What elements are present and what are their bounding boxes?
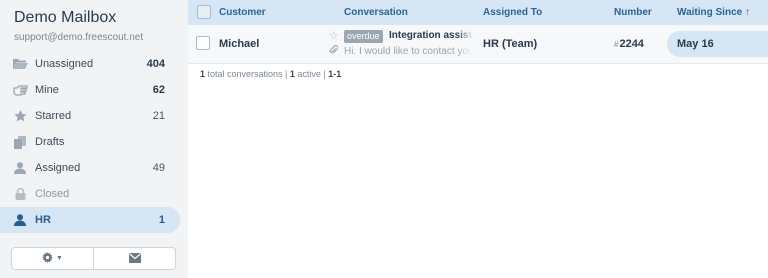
user-icon <box>12 213 28 227</box>
waiting-since-date: May 16 <box>677 38 714 50</box>
conversation-preview[interactable]: Hi. I would like to contact you <box>344 46 473 57</box>
select-all-checkbox[interactable] <box>197 5 211 19</box>
folder-label: Assigned <box>35 162 81 174</box>
assigned-to: HR (Team) <box>483 38 538 50</box>
table-header: Customer Conversation Assigned To Number… <box>188 0 768 25</box>
overdue-badge: overdue <box>344 30 383 43</box>
star-icon[interactable]: ☆ <box>329 29 339 42</box>
user-icon <box>12 161 28 175</box>
mailbox-name[interactable]: Demo Mailbox <box>14 9 116 27</box>
settings-button[interactable]: ▼ <box>12 248 93 269</box>
folder-label: Drafts <box>35 136 65 148</box>
folder-count: 62 <box>152 84 165 96</box>
folder-hr[interactable]: HR 1 <box>0 207 180 233</box>
column-conversation[interactable]: Conversation <box>344 7 408 18</box>
number-value: 2244 <box>619 38 644 50</box>
folder-count: 404 <box>146 58 165 70</box>
hand-pointing-icon <box>12 83 28 97</box>
folder-starred[interactable]: Starred 21 <box>0 103 180 129</box>
row-checkbox[interactable] <box>196 36 210 50</box>
folder-drafts[interactable]: Drafts <box>0 129 180 155</box>
folder-open-icon <box>12 57 28 71</box>
chevron-down-icon: ▼ <box>56 255 63 262</box>
mailbox-email: support@demo.freescout.net <box>14 32 144 43</box>
column-number[interactable]: Number <box>614 7 652 18</box>
sidebar-actions: ▼ <box>11 247 176 270</box>
folder-label: Unassigned <box>35 58 94 70</box>
drafts-icon <box>12 135 28 149</box>
folder-count: 21 <box>152 110 165 122</box>
list-footer: 1 total conversations | 1 active | 1-1 <box>200 69 341 79</box>
page-range: 1-1 <box>328 69 342 79</box>
compose-button[interactable] <box>93 248 175 269</box>
lock-icon <box>12 187 28 201</box>
folder-assigned[interactable]: Assigned 49 <box>0 155 180 181</box>
folder-unassigned[interactable]: Unassigned 404 <box>0 51 180 77</box>
gear-icon <box>42 250 54 268</box>
table-row[interactable]: Michael ☆ overdue Integration assistance… <box>188 25 768 64</box>
folder-label: HR <box>35 214 51 226</box>
number-prefix: # <box>614 40 619 49</box>
folder-label: Mine <box>35 84 59 96</box>
folder-label: Starred <box>35 110 72 122</box>
conversation-number: #2244 <box>614 38 644 50</box>
waiting-since: May 16 <box>667 31 768 57</box>
folder-count: 1 <box>158 214 165 226</box>
envelope-icon <box>128 250 141 268</box>
sidebar: Demo Mailbox support@demo.freescout.net … <box>0 0 186 278</box>
conversation-list: Customer Conversation Assigned To Number… <box>188 0 768 278</box>
active-label: active | <box>294 69 329 79</box>
column-assigned-to[interactable]: Assigned To <box>483 7 542 18</box>
folder-count: 49 <box>152 162 165 174</box>
column-waiting-since[interactable]: Waiting Since ↑ <box>677 7 750 18</box>
folder-list: Unassigned 404 Mine 62 Starred 21 Drafts <box>0 51 180 233</box>
paperclip-icon <box>329 45 339 58</box>
total-label: total conversations | <box>205 69 290 79</box>
folder-mine[interactable]: Mine 62 <box>0 77 180 103</box>
folder-label: Closed <box>35 188 70 200</box>
column-customer[interactable]: Customer <box>219 7 266 18</box>
star-icon <box>12 109 28 123</box>
customer-name[interactable]: Michael <box>219 38 259 50</box>
folder-closed[interactable]: Closed <box>0 181 180 207</box>
